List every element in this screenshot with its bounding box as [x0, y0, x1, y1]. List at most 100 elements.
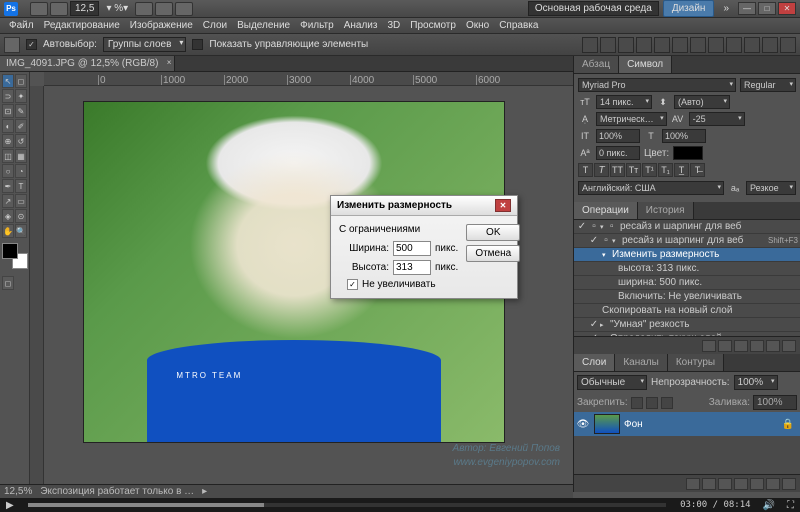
fullscreen-icon[interactable]: ⛶	[781, 500, 800, 511]
color-swatches[interactable]	[2, 243, 28, 269]
showcontrols-checkbox[interactable]	[192, 39, 203, 50]
menu-file[interactable]: Файл	[4, 20, 39, 31]
ok-button[interactable]: OK	[466, 224, 520, 241]
height-input[interactable]	[393, 260, 431, 275]
autoselect-checkbox[interactable]: ✓	[26, 39, 37, 50]
group-icon[interactable]	[750, 478, 764, 490]
autoselect-dropdown[interactable]: Группы слоев	[103, 37, 186, 52]
eraser-tool[interactable]: ◫	[2, 149, 14, 163]
newaction-icon[interactable]	[766, 340, 780, 352]
distribute-icon[interactable]	[780, 37, 796, 53]
menu-analysis[interactable]: Анализ	[339, 20, 383, 31]
minibridge-icon[interactable]	[50, 2, 68, 16]
layer-row[interactable]: 👁 Фон 🔒	[574, 412, 800, 436]
bold-icon[interactable]: T	[578, 163, 593, 177]
path-tool[interactable]: ↗	[2, 194, 14, 208]
tab-channels[interactable]: Каналы	[615, 354, 668, 371]
noenlarge-checkbox[interactable]: ✓	[347, 279, 358, 290]
volume-icon[interactable]: 🔊	[757, 500, 781, 511]
fill-input[interactable]: 100%	[753, 395, 797, 410]
dialog-close-icon[interactable]: ✕	[495, 199, 511, 212]
fg-color[interactable]	[2, 243, 18, 259]
subscript-icon[interactable]: T₁	[658, 163, 673, 177]
tab-layers[interactable]: Слои	[574, 354, 615, 371]
italic-icon[interactable]: T	[594, 163, 609, 177]
menu-3d[interactable]: 3D	[382, 20, 405, 31]
action-step[interactable]: ✓▸"Умная" резкость	[574, 318, 800, 332]
camera-tool[interactable]: ⊙	[15, 209, 27, 223]
align-icon[interactable]	[672, 37, 688, 53]
3d-tool[interactable]: ◈	[2, 209, 14, 223]
dialog-titlebar[interactable]: Изменить размерность ✕	[331, 196, 517, 216]
lock-pixels-icon[interactable]	[631, 397, 643, 409]
superscript-icon[interactable]: T¹	[642, 163, 657, 177]
align-icon[interactable]	[618, 37, 634, 53]
tab-paragraph[interactable]: Абзац	[574, 56, 619, 73]
gradient-tool[interactable]: ▦	[15, 149, 27, 163]
allcaps-icon[interactable]: TT	[610, 163, 625, 177]
crop-tool[interactable]: ⊡	[2, 104, 14, 118]
type-tool[interactable]: T	[15, 179, 27, 193]
menu-window[interactable]: Окно	[461, 20, 494, 31]
action-set[interactable]: ✓▫▾▫ресайз и шарпинг для веб	[574, 220, 800, 234]
history-brush-tool[interactable]: ↺	[15, 134, 27, 148]
pen-tool[interactable]: ✒	[2, 179, 14, 193]
align-icon[interactable]	[654, 37, 670, 53]
font-style-dropdown[interactable]: Regular	[740, 78, 796, 92]
lock-all-icon[interactable]	[661, 397, 673, 409]
hscale-input[interactable]: 100%	[662, 129, 706, 143]
lock-position-icon[interactable]	[646, 397, 658, 409]
lasso-tool[interactable]: ⊃	[2, 89, 14, 103]
record-icon[interactable]	[718, 340, 732, 352]
eyedropper-tool[interactable]: ✎	[15, 104, 27, 118]
tracking-dropdown[interactable]: -25	[689, 112, 745, 126]
play-icon[interactable]: ▶	[0, 500, 20, 511]
status-zoom[interactable]: 12,5%	[4, 486, 32, 497]
font-family-dropdown[interactable]: Myriad Pro	[578, 78, 736, 92]
quickmask-tool[interactable]: ◻	[2, 276, 14, 290]
align-icon[interactable]	[636, 37, 652, 53]
blend-mode-dropdown[interactable]: Обычные	[577, 375, 647, 390]
align-icon[interactable]	[582, 37, 598, 53]
tab-close-icon[interactable]: ×	[167, 58, 172, 67]
trash-icon[interactable]	[782, 478, 796, 490]
adjustment-icon[interactable]	[734, 478, 748, 490]
shape-tool[interactable]: ▭	[15, 194, 27, 208]
font-size-dropdown[interactable]: 14 пикс.	[596, 95, 652, 109]
menu-image[interactable]: Изображение	[125, 20, 198, 31]
action-step[interactable]: ▾Изменить размерность	[574, 248, 800, 262]
distribute-icon[interactable]	[726, 37, 742, 53]
fx-icon[interactable]	[702, 478, 716, 490]
menu-filter[interactable]: Фильтр	[295, 20, 339, 31]
menu-select[interactable]: Выделение	[232, 20, 295, 31]
language-dropdown[interactable]: Английский: США	[578, 181, 724, 195]
smallcaps-icon[interactable]: Tᴛ	[626, 163, 641, 177]
close-button[interactable]: ✕	[778, 2, 796, 15]
status-info[interactable]: Экспозиция работает только в …	[40, 486, 194, 497]
tab-character[interactable]: Символ	[619, 56, 672, 73]
trash-icon[interactable]	[782, 340, 796, 352]
cancel-button[interactable]: Отмена	[466, 245, 520, 262]
vscale-input[interactable]: 100%	[596, 129, 640, 143]
antialias-dropdown[interactable]: Резкое	[746, 181, 796, 195]
tab-paths[interactable]: Контуры	[668, 354, 724, 371]
newlayer-icon[interactable]	[766, 478, 780, 490]
screenmode-icon[interactable]	[175, 2, 193, 16]
opacity-input[interactable]: 100%	[734, 375, 778, 390]
move-tool[interactable]: ↖	[2, 74, 14, 88]
underline-icon[interactable]: T̲	[674, 163, 689, 177]
width-input[interactable]	[393, 241, 431, 256]
viewtool-icon[interactable]	[135, 2, 153, 16]
workspace-dropdown[interactable]: Основная рабочая среда	[528, 1, 659, 16]
bridge-icon[interactable]	[30, 2, 48, 16]
layer-name[interactable]: Фон	[624, 419, 643, 430]
distribute-icon[interactable]	[708, 37, 724, 53]
dodge-tool[interactable]: ◔	[15, 164, 27, 178]
play-icon[interactable]	[734, 340, 748, 352]
distribute-icon[interactable]	[690, 37, 706, 53]
tab-actions[interactable]: Операции	[574, 202, 638, 219]
distribute-icon[interactable]	[762, 37, 778, 53]
minimize-button[interactable]: —	[738, 2, 756, 15]
tab-history[interactable]: История	[638, 202, 694, 219]
marquee-tool[interactable]: ◻	[15, 74, 27, 88]
